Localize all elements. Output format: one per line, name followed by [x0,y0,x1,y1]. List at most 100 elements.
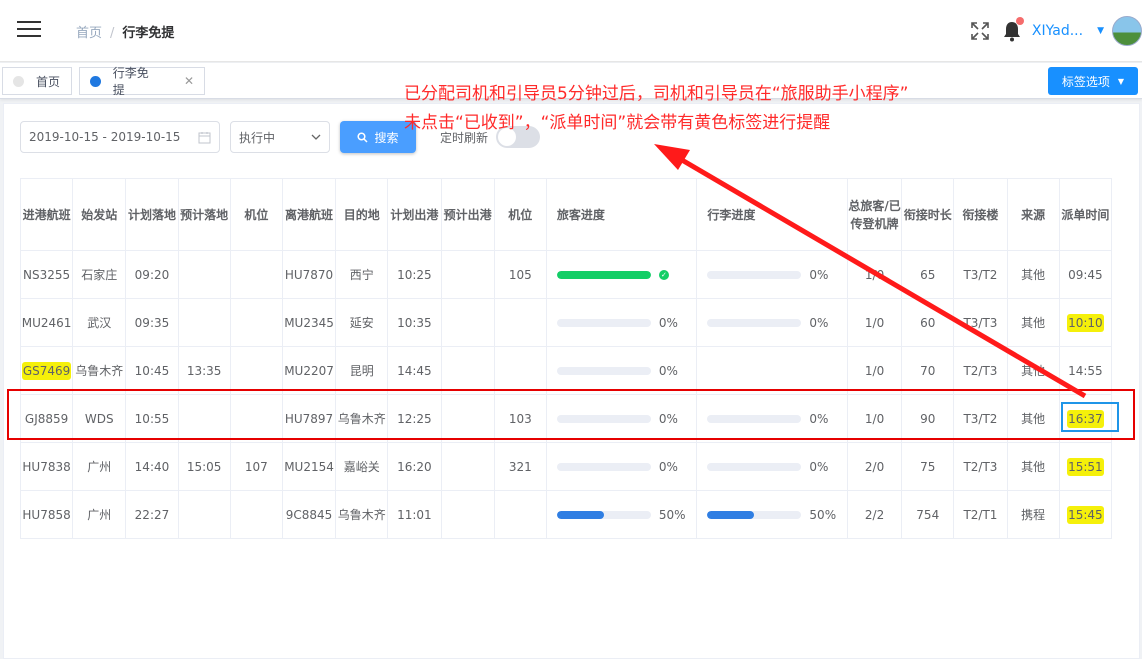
column-header: 机位 [229,178,283,251]
check-icon: ✓ [658,269,669,280]
username[interactable]: XIYad... [1032,23,1083,39]
progress-bar [707,318,802,327]
tag-dot-icon [13,75,24,87]
cell-stand-out [493,298,547,347]
cell-terminal: T2/T3 [953,442,1008,491]
cell-dispatch-time: 10:10 [1058,298,1113,347]
cell-stand-in [229,490,283,539]
cell-est-land: 13:35 [177,346,231,395]
cell-passenger-progress: 0% [545,298,698,347]
bell-icon[interactable] [1002,17,1024,42]
cell-source: 其他 [1006,442,1060,491]
cell-dispatch-time-value: 10:10 [1067,313,1104,332]
highlight-row-box [7,389,1135,440]
cell-plan-land: 22:27 [125,490,179,539]
annotation-text: 已分配司机和引导员5分钟过后，司机和引导员在“旅服助手小程序” 未点击“已收到”… [404,80,908,138]
column-header: 计划落地 [125,178,179,251]
progress-label: 0% [658,363,678,378]
cell-plan-land: 09:20 [125,250,179,299]
highlight-cell-box [1061,402,1119,432]
cell-passenger-count: 1/0 [846,250,903,299]
cell-plan-land: 14:40 [125,442,179,491]
cell-connection-time: 754 [901,490,955,539]
cell-in-flight-value: GS7469 [21,361,72,380]
tag-baggage-label: 行李免提 [112,66,149,97]
status-select-value: 执行中 [239,130,276,145]
column-header: 机位 [493,178,547,251]
cell-connection-time: 60 [901,298,955,347]
cell-est-land [177,250,231,299]
cell-destination: 乌鲁木齐 [335,490,389,539]
cell-plan-land: 09:35 [125,298,179,347]
tag-baggage[interactable]: 行李免提 ✕ [79,66,205,97]
column-header: 进港航班 [19,178,74,251]
main-card: 2019-10-15 - 2019-10-15 执行中 搜索 定时刷新 进港航班… [3,103,1140,659]
cell-out-flight: 9C8845 [281,490,337,539]
column-header: 离港航班 [281,178,337,251]
cell-origin: 武汉 [72,298,127,347]
progress-label: 0% [658,315,678,330]
cell-in-flight-value: HU7858 [22,507,71,522]
cell-connection-time: 65 [901,250,955,299]
tag-options-button[interactable]: 标签选项 ▼ [1047,67,1138,95]
status-select[interactable]: 执行中 [230,121,330,153]
tag-dot-icon [90,75,101,87]
cell-out-flight: HU7870 [281,250,337,299]
cell-in-flight: HU7858 [19,490,74,539]
cell-est-land [177,298,231,347]
avatar[interactable] [1112,16,1142,46]
cell-est-land: 15:05 [177,442,231,491]
cell-terminal: T3/T2 [953,250,1008,299]
caret-down-icon: ▼ [1117,76,1124,86]
cell-in-flight: NS3255 [19,250,74,299]
column-header: 目的地 [335,178,389,251]
annotation-line-1: 已分配司机和引导员5分钟过后，司机和引导员在“旅服助手小程序” [404,84,909,104]
cell-destination: 西宁 [335,250,389,299]
cell-source: 携程 [1006,490,1060,539]
progress-bar [707,462,802,471]
cell-origin: 广州 [72,442,127,491]
cell-source: 其他 [1006,250,1060,299]
hamburger-icon[interactable] [17,21,41,39]
table-row[interactable]: MU2461 武汉 09:35 MU2345 延安 10:35 0% 0% 1/0 60 T3/T3… [19,298,1113,347]
close-icon[interactable]: ✕ [184,74,194,88]
cell-dispatch-time-value: 15:51 [1067,457,1104,476]
date-range-picker[interactable]: 2019-10-15 - 2019-10-15 [20,121,220,153]
progress-bar [707,510,802,519]
search-button-label: 搜索 [374,130,399,145]
cell-destination: 延安 [335,298,389,347]
column-header: 行李进度 [696,178,848,251]
table-row[interactable]: HU7858 广州 22:27 9C8845 乌鲁木齐 11:01 50% 50% 2/2 754… [19,490,1113,539]
table-row[interactable]: NS3255 石家庄 09:20 HU7870 西宁 10:25 105 ✓ 0% 1/0 65 T3… [19,250,1113,299]
progress-label: 0% [658,459,678,474]
cell-passenger-progress: ✓ [545,250,698,299]
cell-plan-dep: 14:45 [387,346,442,395]
cell-dispatch-time: 09:45 [1058,250,1113,299]
cell-stand-out: 105 [493,250,547,299]
column-header: 派单时间 [1058,178,1113,251]
caret-down-icon[interactable]: ▼ [1097,26,1104,36]
progress-bar [556,366,651,375]
cell-connection-time: 70 [901,346,955,395]
flight-table: 进港航班 始发站 计划落地 预计落地 机位 离港航班 目的地 计划出港 预计出港 机位 旅客进度 行李… [19,178,1113,539]
progress-fill [556,510,604,519]
cell-stand-out [493,346,547,395]
progress-fill [707,510,755,519]
cell-out-flight: MU2345 [281,298,337,347]
column-header: 始发站 [72,178,127,251]
cell-dispatch-time: 14:55 [1058,346,1113,395]
progress-fill [556,270,651,279]
cell-dispatch-time-value: 14:55 [1068,363,1103,378]
column-header: 预计出港 [440,178,495,251]
cell-source: 其他 [1006,298,1060,347]
top-navbar: 首页 / 行李免提 XIYad... ▼ [0,0,1142,62]
table-row[interactable]: GS7469 乌鲁木齐 10:45 13:35 MU2207 昆明 14:45 0% 1/0 70… [19,346,1113,395]
tag-home[interactable]: 首页 [2,67,72,95]
breadcrumb-home[interactable]: 首页 [76,26,102,41]
cell-stand-in [229,298,283,347]
fullscreen-icon[interactable] [970,21,990,41]
table-row[interactable]: HU7838 广州 14:40 15:05 107 MU2154 嘉峪关 16:20 321 0%… [19,442,1113,491]
cell-destination: 嘉峪关 [335,442,389,491]
cell-dispatch-time: 15:51 [1058,442,1113,491]
column-header: 预计落地 [177,178,231,251]
